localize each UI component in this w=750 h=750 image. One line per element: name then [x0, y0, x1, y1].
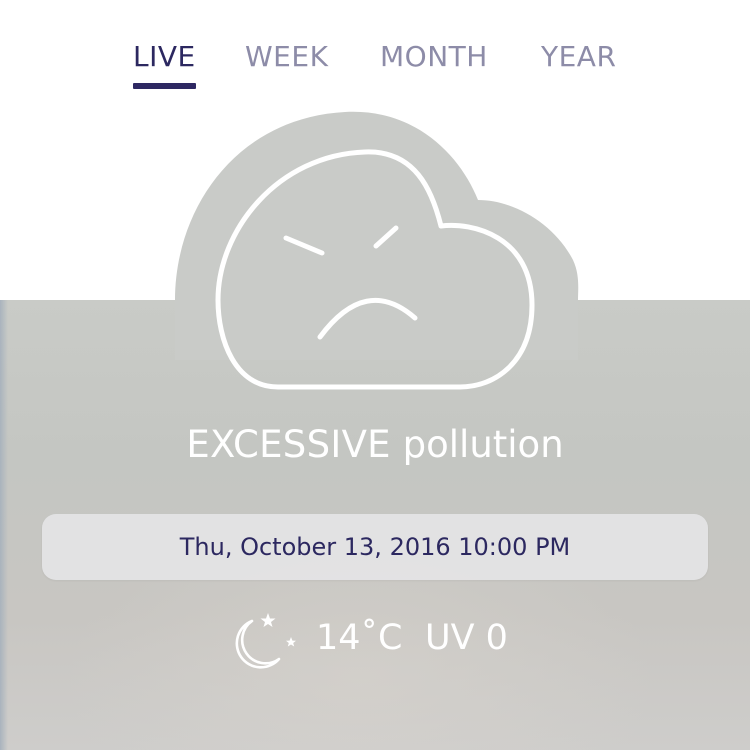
cloud-graphic — [175, 111, 579, 390]
tab-live-label: LIVE — [133, 40, 196, 73]
sad-cloud-icon — [160, 100, 600, 400]
period-tabs: LIVE WEEK MONTH YEAR — [0, 0, 750, 100]
tab-year[interactable]: YEAR — [541, 40, 616, 74]
star-large — [260, 613, 276, 627]
tab-month[interactable]: MONTH — [380, 40, 488, 74]
uv-index-value: UV 0 — [425, 618, 508, 658]
tab-month-label: MONTH — [380, 40, 488, 73]
pollution-level: EXCESSIVE — [186, 423, 391, 466]
pollution-status: EXCESSIVE pollution — [0, 420, 750, 470]
temperature-value: 14˚C — [316, 618, 403, 658]
tab-week[interactable]: WEEK — [245, 40, 328, 74]
crescent-moon-shape — [235, 619, 281, 669]
tab-week-label: WEEK — [245, 40, 329, 73]
star-small — [286, 637, 296, 647]
moon-stars-icon — [224, 611, 300, 675]
tab-live[interactable]: LIVE — [133, 40, 196, 89]
moon-stars-graphic — [235, 613, 296, 669]
tab-year-label: YEAR — [541, 40, 617, 73]
active-tab-indicator — [133, 83, 196, 89]
pollution-label: pollution — [402, 423, 564, 466]
datetime-label: Thu, October 13, 2016 10:00 PM — [179, 533, 571, 561]
datetime-selector[interactable]: Thu, October 13, 2016 10:00 PM — [42, 514, 708, 580]
weather-row: 14˚C UV 0 — [0, 605, 750, 675]
panel-edge-shade — [0, 300, 8, 750]
